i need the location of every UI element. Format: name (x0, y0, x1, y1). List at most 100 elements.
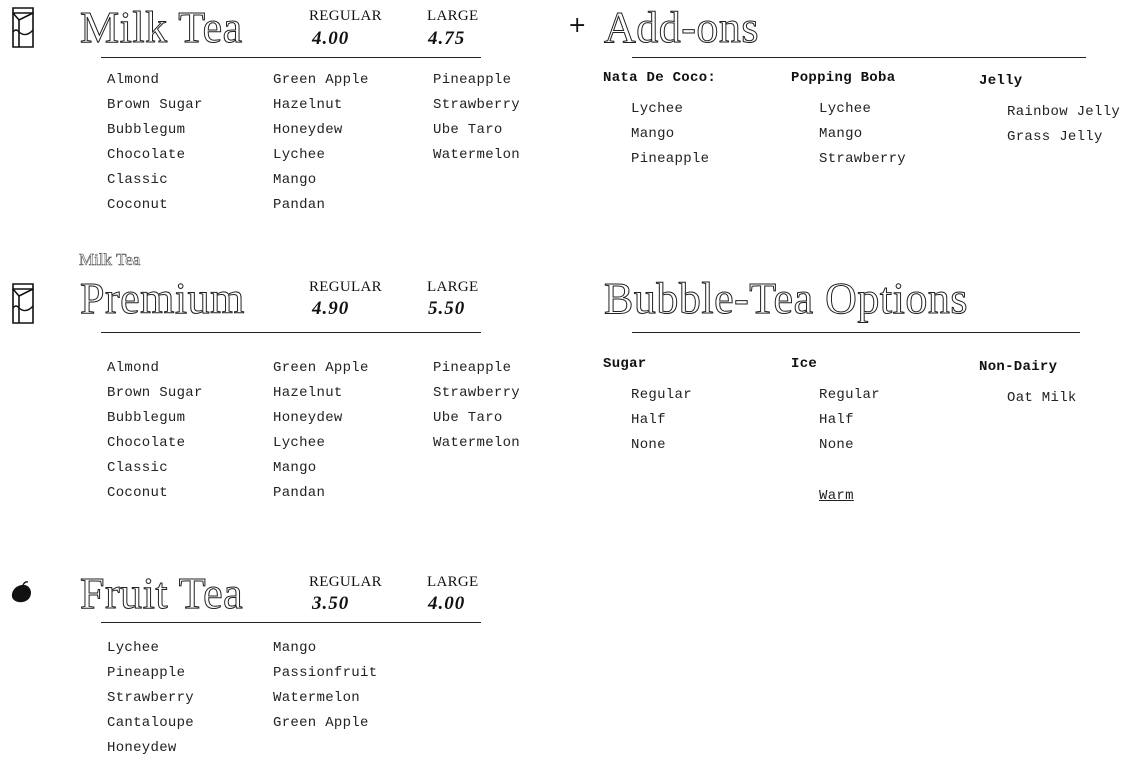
fruit-tea-divider (101, 622, 481, 623)
fruit-tea-regular-label: REGULAR (309, 574, 382, 590)
warm-link[interactable]: Warm (819, 488, 854, 504)
list-item[interactable]: Lychee (273, 431, 369, 456)
list-item[interactable]: Watermelon (433, 431, 520, 456)
list-item[interactable]: Almond (107, 68, 203, 93)
list-item[interactable]: Brown Sugar (107, 93, 203, 118)
list-item[interactable]: Chocolate (107, 143, 203, 168)
nata-de-coco-list: Lychee Mango Pineapple (631, 97, 709, 172)
popping-boba-list: Lychee Mango Strawberry (819, 97, 906, 172)
list-item[interactable]: Coconut (107, 481, 203, 506)
sugar-list: Regular Half None (631, 383, 692, 458)
milk-tea-regular-label: REGULAR (309, 8, 382, 24)
list-item[interactable]: Pandan (273, 193, 369, 218)
list-item[interactable]: Regular (819, 383, 880, 408)
premium-flavors-col1: Almond Brown Sugar Bubblegum Chocolate C… (107, 356, 203, 506)
milk-tea-divider (101, 57, 481, 58)
ice-heading: Ice (791, 356, 818, 372)
list-item[interactable]: Green Apple (273, 68, 369, 93)
list-item[interactable]: Strawberry (107, 686, 194, 711)
list-item[interactable]: Lychee (819, 97, 906, 122)
fruit-tea-large-label: LARGE (427, 574, 479, 590)
list-item[interactable]: Half (631, 408, 692, 433)
options-divider (632, 332, 1080, 333)
list-item[interactable]: Chocolate (107, 431, 203, 456)
list-item[interactable]: Lychee (107, 636, 194, 661)
premium-regular-label: REGULAR (309, 279, 382, 295)
list-item[interactable]: Regular (631, 383, 692, 408)
premium-kicker: Milk Tea (79, 250, 141, 270)
list-item[interactable]: Honeydew (107, 736, 194, 761)
list-item[interactable]: Ube Taro (433, 406, 520, 431)
fruit-icon (10, 580, 34, 609)
options-title: Bubble-Tea Options (604, 274, 968, 323)
list-item[interactable]: Brown Sugar (107, 381, 203, 406)
list-item[interactable]: Cantaloupe (107, 711, 194, 736)
list-item[interactable]: Strawberry (819, 147, 906, 172)
nata-de-coco-heading: Nata De Coco: (603, 70, 717, 86)
ice-list: Regular Half None (819, 383, 880, 458)
list-item[interactable]: Lychee (273, 143, 369, 168)
list-item[interactable]: Mango (273, 168, 369, 193)
list-item[interactable]: Mango (819, 122, 906, 147)
list-item[interactable]: Oat Milk (1007, 386, 1077, 411)
list-item[interactable]: Mango (631, 122, 709, 147)
premium-large-price: 5.50 (428, 298, 466, 319)
milk-tea-large-label: LARGE (427, 8, 479, 24)
jelly-list: Rainbow Jelly Grass Jelly (1007, 100, 1120, 150)
list-item[interactable]: Bubblegum (107, 406, 203, 431)
plus-icon: + (568, 13, 587, 38)
list-item[interactable]: Passionfruit (273, 661, 377, 686)
list-item[interactable]: Classic (107, 456, 203, 481)
list-item[interactable]: Watermelon (433, 143, 520, 168)
jelly-heading: Jelly (979, 73, 1023, 89)
premium-regular-price: 4.90 (312, 298, 350, 319)
premium-title: Premium (80, 274, 245, 323)
list-item[interactable]: Watermelon (273, 686, 377, 711)
list-item[interactable]: Hazelnut (273, 381, 369, 406)
list-item[interactable]: None (631, 433, 692, 458)
list-item[interactable]: Ube Taro (433, 118, 520, 143)
list-item[interactable]: Coconut (107, 193, 203, 218)
milk-tea-title: Milk Tea (80, 3, 243, 52)
list-item[interactable]: Lychee (631, 97, 709, 122)
premium-divider (101, 332, 481, 333)
milk-tea-regular-price: 4.00 (312, 28, 350, 49)
non-dairy-list: Oat Milk (1007, 386, 1077, 411)
milk-tea-flavors-col2: Green Apple Hazelnut Honeydew Lychee Man… (273, 68, 369, 218)
popping-boba-heading: Popping Boba (791, 70, 896, 86)
milk-carton-icon (10, 280, 36, 329)
list-item[interactable]: Pineapple (433, 68, 520, 93)
milk-tea-flavors-col1: Almond Brown Sugar Bubblegum Chocolate C… (107, 68, 203, 218)
list-item[interactable]: Classic (107, 168, 203, 193)
list-item[interactable]: Bubblegum (107, 118, 203, 143)
list-item[interactable]: Honeydew (273, 118, 369, 143)
list-item[interactable]: Green Apple (273, 711, 377, 736)
list-item[interactable]: Pineapple (433, 356, 520, 381)
fruit-tea-large-price: 4.00 (428, 593, 466, 614)
list-item[interactable]: Pineapple (107, 661, 194, 686)
non-dairy-heading: Non-Dairy (979, 359, 1058, 375)
sugar-heading: Sugar (603, 356, 647, 372)
fruit-tea-flavors-col2: Mango Passionfruit Watermelon Green Appl… (273, 636, 377, 736)
fruit-tea-flavors-col1: Lychee Pineapple Strawberry Cantaloupe H… (107, 636, 194, 761)
list-item[interactable]: Strawberry (433, 381, 520, 406)
list-item[interactable]: Hazelnut (273, 93, 369, 118)
list-item[interactable]: Pandan (273, 481, 369, 506)
fruit-tea-regular-price: 3.50 (312, 593, 350, 614)
list-item[interactable]: Grass Jelly (1007, 125, 1120, 150)
list-item[interactable]: Rainbow Jelly (1007, 100, 1120, 125)
list-item[interactable]: None (819, 433, 880, 458)
list-item[interactable]: Mango (273, 636, 377, 661)
fruit-tea-title: Fruit Tea (79, 569, 244, 618)
list-item[interactable]: Honeydew (273, 406, 369, 431)
premium-flavors-col3: Pineapple Strawberry Ube Taro Watermelon (433, 356, 520, 456)
premium-flavors-col2: Green Apple Hazelnut Honeydew Lychee Man… (273, 356, 369, 506)
list-item[interactable]: Half (819, 408, 880, 433)
list-item[interactable]: Green Apple (273, 356, 369, 381)
list-item[interactable]: Mango (273, 456, 369, 481)
list-item[interactable]: Strawberry (433, 93, 520, 118)
premium-large-label: LARGE (427, 279, 479, 295)
list-item[interactable]: Almond (107, 356, 203, 381)
milk-tea-flavors-col3: Pineapple Strawberry Ube Taro Watermelon (433, 68, 520, 168)
list-item[interactable]: Pineapple (631, 147, 709, 172)
